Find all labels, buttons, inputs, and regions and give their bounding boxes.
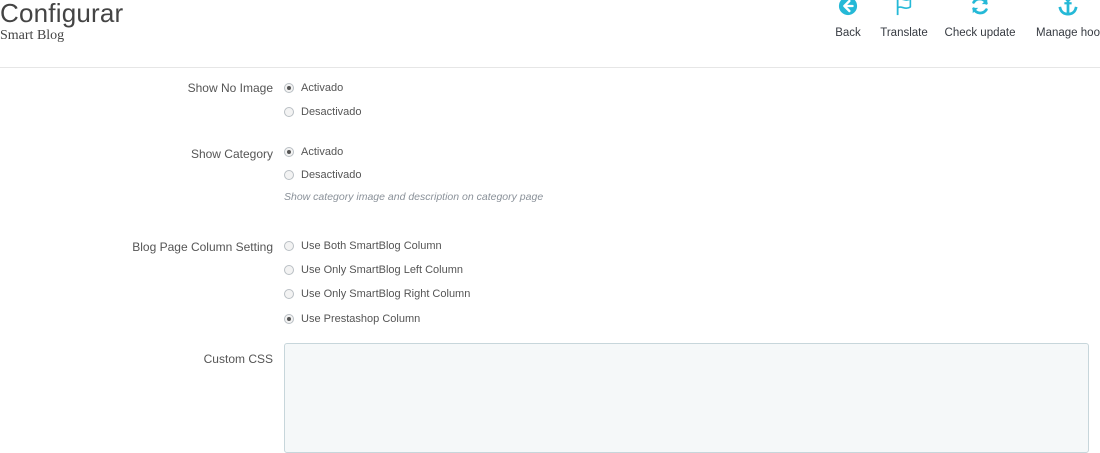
flag-icon	[896, 0, 912, 16]
manage-hooks-button[interactable]: Manage hoo	[1036, 0, 1100, 39]
custom-css-label: Custom CSS	[203, 352, 273, 366]
show-category-off-radio[interactable]: Desactivado	[284, 169, 362, 181]
show-no-image-off-radio[interactable]: Desactivado	[284, 106, 362, 118]
radio-label: Use Both SmartBlog Column	[301, 240, 442, 252]
manage-hooks-button-label: Manage hoo	[1036, 27, 1100, 39]
radio-label: Use Prestashop Column	[301, 313, 421, 325]
column-right-radio[interactable]: Use Only SmartBlog Right Column	[284, 288, 470, 300]
radio-indicator	[284, 265, 294, 275]
show-category-on-radio[interactable]: Activado	[284, 146, 343, 158]
radio-label: Activado	[301, 146, 344, 158]
radio-label: Use Only SmartBlog Left Column	[301, 264, 464, 276]
radio-indicator	[284, 314, 294, 324]
radio-label: Desactivado	[301, 106, 362, 118]
back-button[interactable]: Back	[826, 0, 870, 39]
show-category-label: Show Category	[190, 147, 273, 161]
check-update-button[interactable]: Check update	[938, 0, 1022, 39]
column-setting-label: Blog Page Column Setting	[132, 240, 273, 254]
translate-button[interactable]: Translate	[878, 0, 930, 39]
radio-indicator	[284, 147, 294, 157]
radio-indicator	[284, 83, 294, 93]
radio-label: Activado	[301, 82, 344, 94]
show-no-image-label: Show No Image	[187, 81, 273, 95]
radio-label: Desactivado	[301, 169, 362, 181]
page-header: Configurar Smart Blog Back Translate Che…	[0, 0, 1100, 68]
radio-indicator	[284, 241, 294, 251]
page-subtitle: Smart Blog	[0, 28, 65, 43]
refresh-icon	[972, 0, 988, 15]
radio-label: Use Only SmartBlog Right Column	[301, 288, 471, 300]
column-prestashop-radio[interactable]: Use Prestashop Column	[284, 313, 420, 325]
back-button-label: Back	[835, 27, 861, 39]
show-category-help: Show category image and description on c…	[284, 191, 544, 203]
anchor-icon	[1058, 0, 1078, 16]
translate-button-label: Translate	[880, 27, 928, 39]
custom-css-textarea[interactable]	[284, 343, 1089, 453]
back-arrow-circle-icon	[838, 0, 858, 16]
radio-indicator	[284, 107, 294, 117]
radio-indicator	[284, 170, 294, 180]
check-update-button-label: Check update	[944, 27, 1016, 39]
column-left-radio[interactable]: Use Only SmartBlog Left Column	[284, 264, 463, 276]
page-title: Configurar	[0, 0, 124, 28]
column-both-radio[interactable]: Use Both SmartBlog Column	[284, 240, 442, 252]
radio-indicator	[284, 289, 294, 299]
show-no-image-on-radio[interactable]: Activado	[284, 82, 343, 94]
